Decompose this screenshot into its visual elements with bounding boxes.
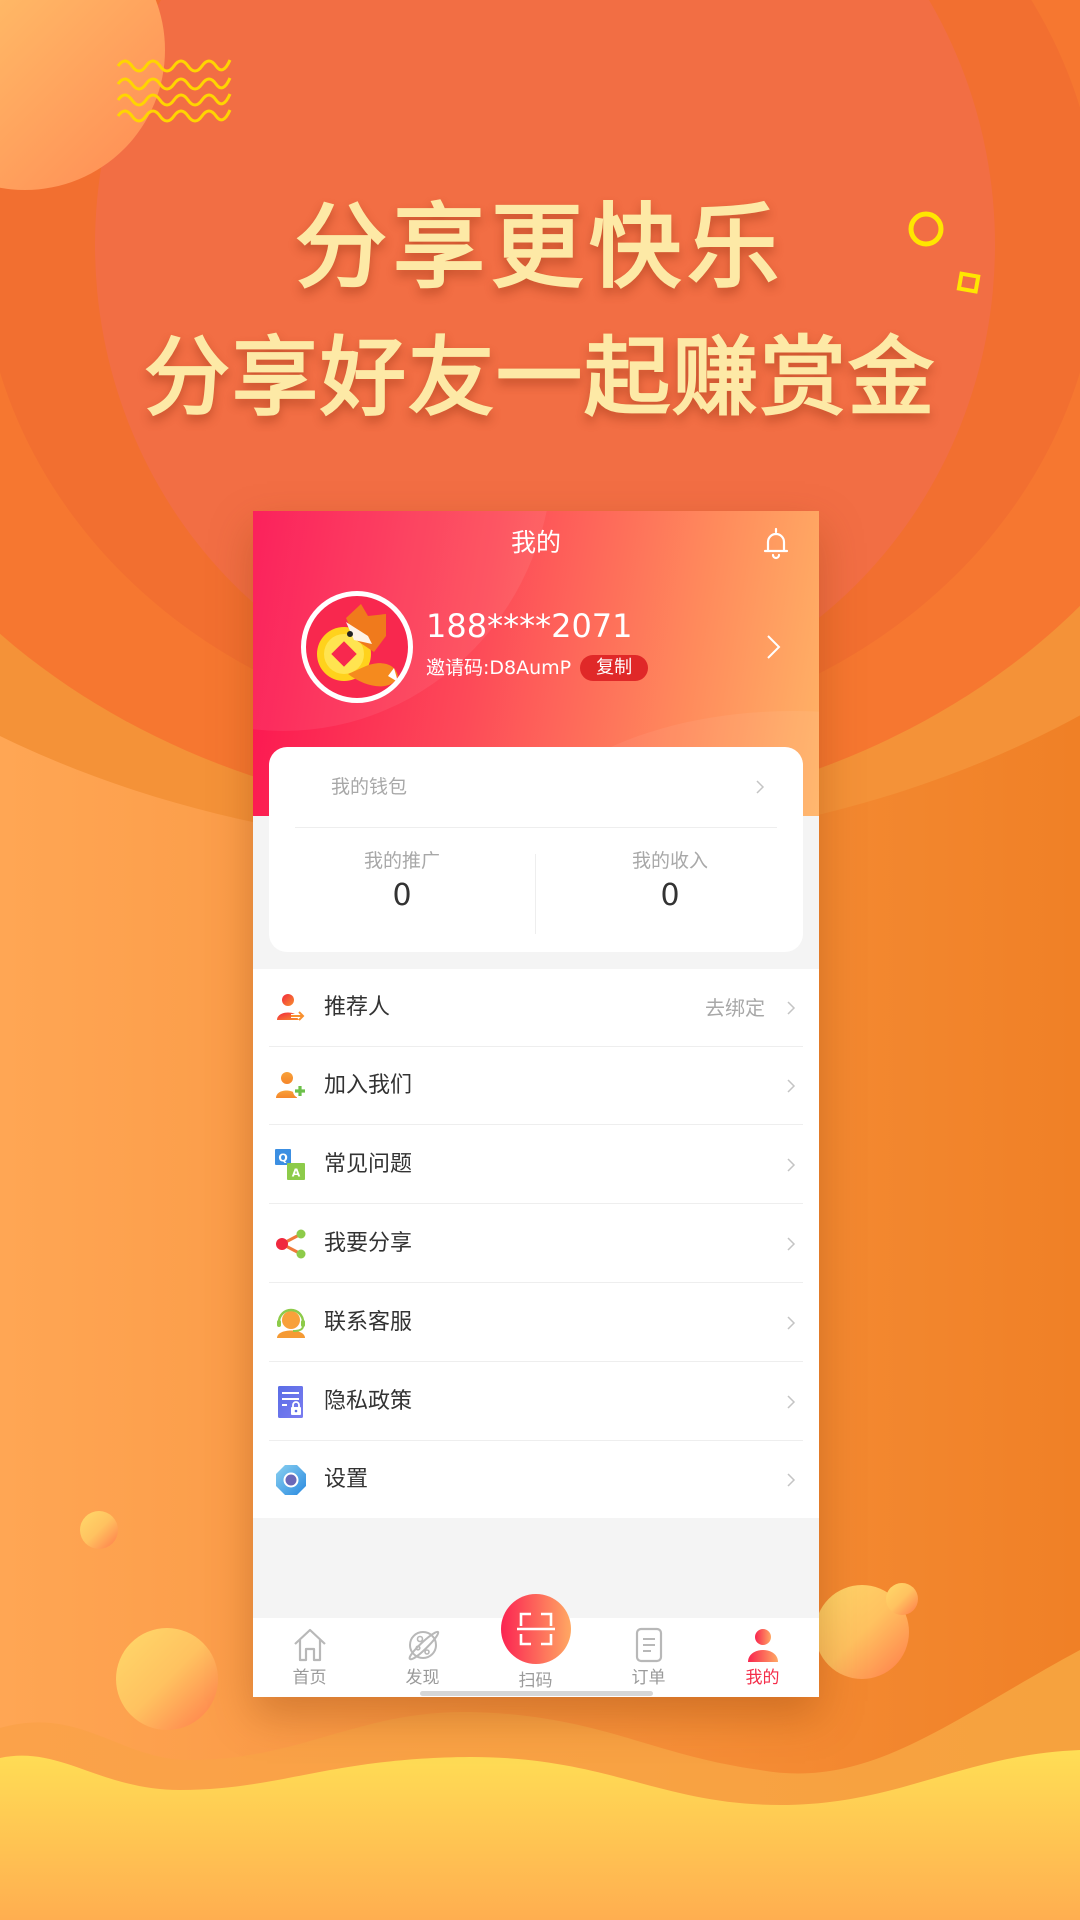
my-wallet-row[interactable]: 我的钱包 <box>269 747 803 827</box>
menu-item-label: 常见问题 <box>324 1152 413 1177</box>
tab-label: 我的 <box>745 1668 780 1688</box>
tab-home[interactable]: 首页 <box>253 1618 366 1697</box>
bind-referrer-link[interactable]: 去绑定 <box>705 993 765 1023</box>
invite-code-label: 邀请码: <box>426 657 490 679</box>
tab-discover[interactable]: 发现 <box>366 1618 479 1697</box>
stat-value: 0 <box>660 878 680 913</box>
phone-screen: 我的 188****2071 邀请码: D8AumP 复制 我的钱包 我的推广 … <box>253 511 819 1697</box>
menu-item-label: 我要分享 <box>324 1231 413 1256</box>
stat-label: 我的收入 <box>631 850 708 872</box>
qa-icon: Q A <box>275 1149 305 1180</box>
customer-service-icon <box>277 1308 305 1338</box>
home-icon <box>294 1628 326 1662</box>
settings-icon <box>276 1465 306 1495</box>
scan-button[interactable] <box>501 1594 571 1664</box>
menu-item-share[interactable]: 我要分享 <box>253 1205 819 1283</box>
chevron-right-icon <box>787 1316 796 1330</box>
divider <box>269 1203 803 1204</box>
share-icon <box>276 1229 306 1259</box>
invite-code-row: 邀请码: D8AumP 复制 <box>426 654 649 682</box>
tab-label: 首页 <box>292 1668 327 1688</box>
fox-coin-avatar-icon <box>317 604 398 687</box>
menu-item-settings[interactable]: 设置 <box>253 1441 819 1519</box>
menu-item-label: 加入我们 <box>324 1073 413 1098</box>
promo-headline: 分享更快乐 <box>294 194 785 301</box>
menu-item-faq[interactable]: Q A 常见问题 <box>253 1126 819 1204</box>
divider <box>535 854 536 934</box>
menu-item-customer-service[interactable]: 联系客服 <box>253 1284 819 1362</box>
chevron-right-icon <box>787 1237 796 1251</box>
menu-item-privacy-policy[interactable]: 隐私政策 <box>253 1363 819 1441</box>
menu-item-label: 设置 <box>324 1467 369 1492</box>
menu-list: 推荐人 去绑定 加入我们 Q A 常见问题 我要分享 联系客服 隐私政策 设置 <box>253 969 819 1518</box>
chevron-right-icon[interactable] <box>765 633 783 661</box>
bell-icon[interactable] <box>758 525 794 561</box>
tab-mine[interactable]: 我的 <box>706 1618 819 1697</box>
chevron-right-icon <box>756 780 765 794</box>
promo-subheadline: 分享好友一起赚赏金 <box>144 328 936 428</box>
stat-value: 0 <box>392 878 412 913</box>
my-promotion-stat[interactable]: 我的推广 0 <box>269 847 535 915</box>
divider <box>269 1124 803 1125</box>
wallet-card: 我的钱包 我的推广 0 我的收入 0 <box>269 747 803 952</box>
tab-label: 订单 <box>631 1668 666 1688</box>
divider <box>295 827 777 828</box>
chevron-right-icon <box>787 1473 796 1487</box>
referrer-icon <box>277 994 306 1022</box>
copy-invite-code-button[interactable]: 复制 <box>580 655 649 681</box>
stat-label: 我的推广 <box>363 850 440 872</box>
user-icon <box>748 1629 778 1662</box>
divider <box>269 1361 803 1362</box>
chevron-right-icon <box>787 1001 796 1015</box>
privacy-policy-icon <box>278 1386 303 1418</box>
my-income-stat[interactable]: 我的收入 0 <box>537 847 803 915</box>
chevron-right-icon <box>787 1158 796 1172</box>
tab-scan-label[interactable]: 扫码 <box>479 1669 592 1693</box>
menu-item-label: 推荐人 <box>324 995 391 1020</box>
menu-item-label: 隐私政策 <box>324 1389 413 1414</box>
divider <box>269 1282 803 1283</box>
menu-item-referrer[interactable]: 推荐人 去绑定 <box>253 969 819 1047</box>
avatar[interactable] <box>301 591 413 703</box>
order-icon <box>635 1627 663 1663</box>
scan-icon <box>517 1612 555 1646</box>
menu-item-label: 联系客服 <box>324 1310 413 1335</box>
page-title: 我的 <box>510 528 561 557</box>
svg-text:Q: Q <box>278 1152 287 1165</box>
chevron-right-icon <box>787 1079 796 1093</box>
chevron-right-icon <box>787 1395 796 1409</box>
add-user-icon <box>276 1072 307 1098</box>
svg-text:A: A <box>292 1167 301 1180</box>
my-wallet-label: 我的钱包 <box>331 776 408 798</box>
tab-orders[interactable]: 订单 <box>592 1618 705 1697</box>
invite-code-value: D8AumP <box>489 657 572 679</box>
tab-label: 发现 <box>405 1668 440 1688</box>
home-indicator <box>420 1691 653 1696</box>
planet-icon <box>408 1631 440 1661</box>
user-phone-number: 188****2071 <box>426 607 633 645</box>
menu-item-join-us[interactable]: 加入我们 <box>253 1047 819 1125</box>
